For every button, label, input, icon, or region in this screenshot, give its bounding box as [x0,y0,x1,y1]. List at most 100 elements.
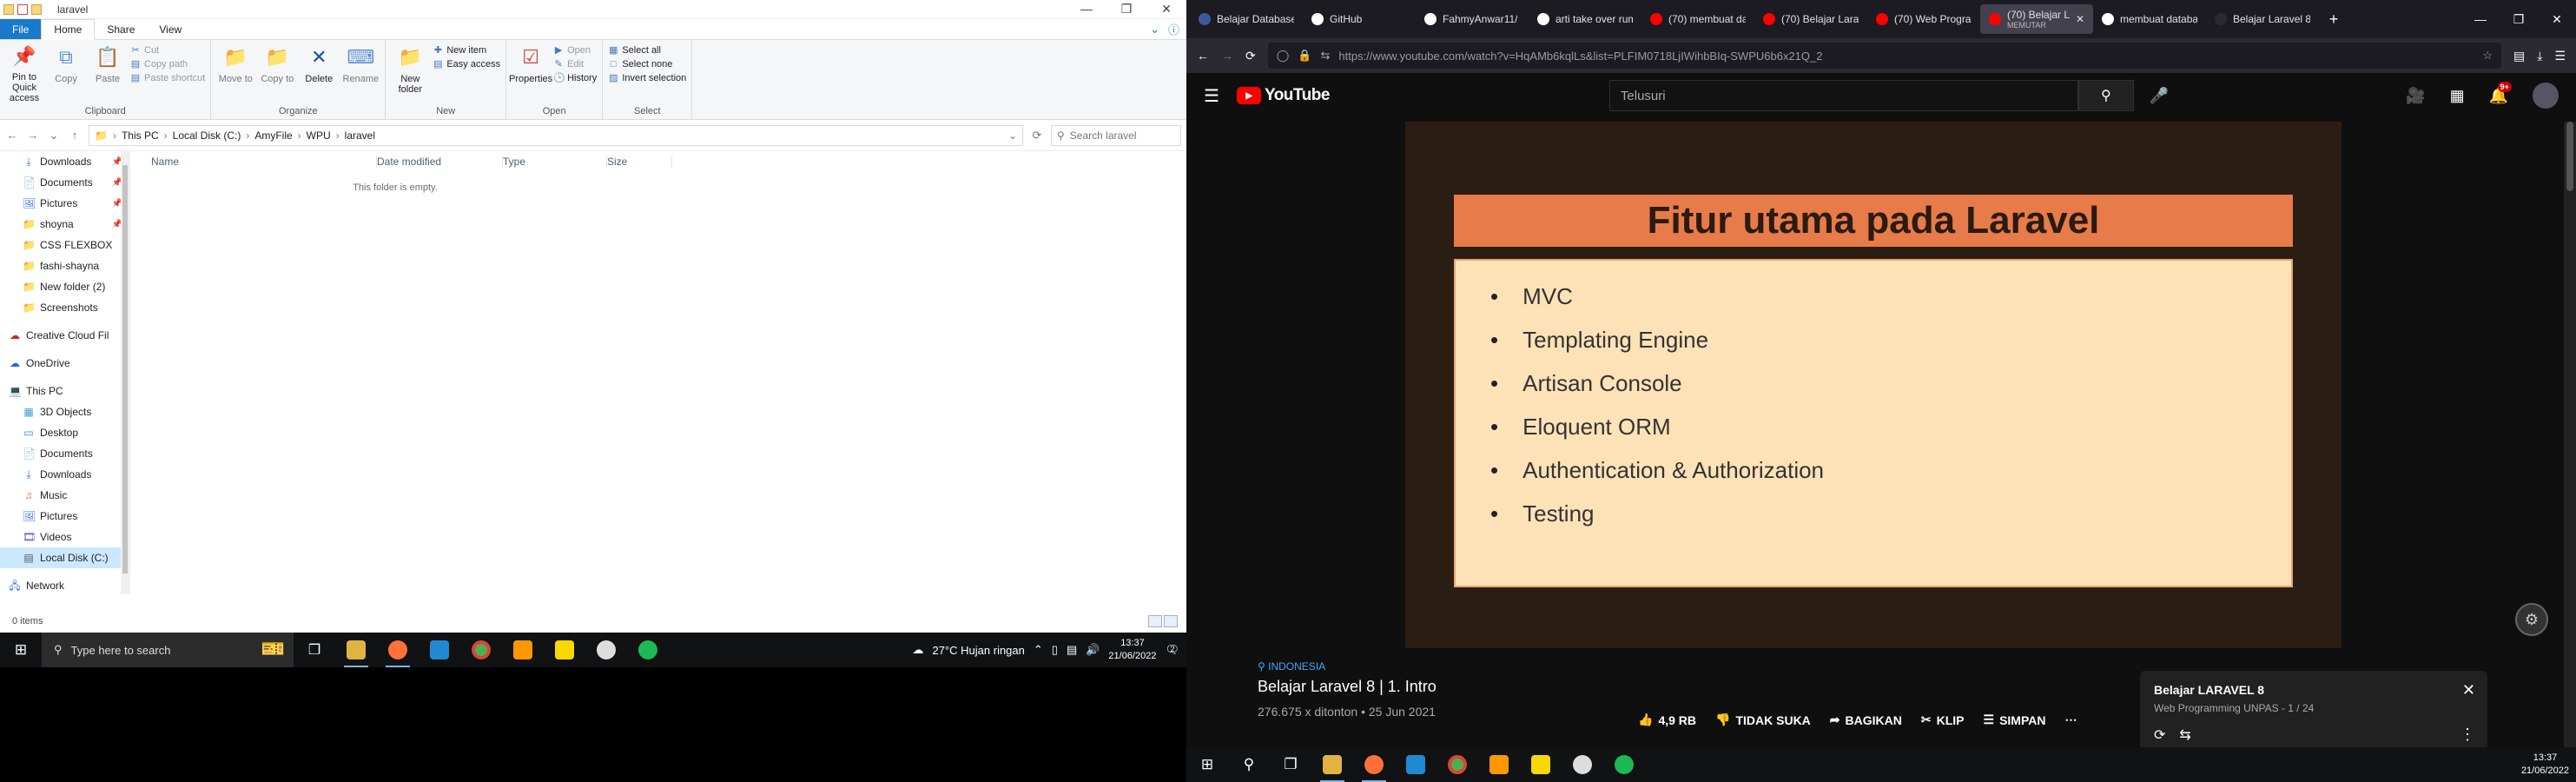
pocket-icon[interactable]: ▤ [2513,49,2525,63]
nav-pc-item[interactable]: 📄 Documents [0,443,129,464]
nav-quick-item[interactable]: 📁 fashi-shayna [0,255,129,276]
tab-file[interactable]: File [0,19,42,39]
breadcrumb-item[interactable]: Local Disk (C:) [173,129,241,142]
nav-quick-item[interactable]: ⤓ Downloads 📌 [0,151,129,172]
paste-shortcut-button[interactable]: ▤ Paste shortcut [130,73,206,83]
nav-creative-cloud[interactable]: ☁ Creative Cloud Fil [0,325,129,346]
new-folder-icon[interactable] [31,3,42,15]
save-button[interactable]: ☰ SIMPAN [1984,712,2046,727]
nav-pc-item[interactable]: 🎞 Videos [0,527,129,547]
playlist-channel[interactable]: Web Programming UNPAS [2154,702,2279,714]
breadcrumb-item[interactable]: AmyFile [254,129,292,142]
permissions-icon[interactable]: ⇆ [1320,49,1330,63]
details-view-icon[interactable] [1148,615,1162,627]
task-view-icon[interactable]: ❐ [1270,747,1311,782]
back-icon[interactable]: ← [5,129,19,142]
nav-pc-item[interactable]: ♫ Music [0,485,129,506]
notification-icon[interactable]: 🗨 2 [1165,643,1179,657]
nav-pc-item[interactable]: ▦ 3D Objects [0,401,129,422]
video-location-tag[interactable]: ⚲ INDONESIA [1258,660,1437,673]
network-icon[interactable]: ▤ [1067,643,1077,657]
url-bar[interactable]: ◯ 🔒 ⇆ https://www.youtube.com/watch?v=Hq… [1267,43,2501,69]
close-icon[interactable]: ✕ [2462,681,2475,699]
browser-tab[interactable]: membuat databa [2093,4,2206,34]
browser-tab[interactable]: GitHub [1303,4,1416,34]
taskbar-search[interactable]: ⚲ Type here to search 🎫 [42,633,294,667]
url-text[interactable]: https://www.youtube.com/watch?v=HqAMb6kq… [1338,50,2474,63]
column-name[interactable]: Name [151,156,377,168]
reload-icon[interactable]: ⟳ [1245,49,1256,63]
column-date-modified[interactable]: Date modified [377,156,503,168]
large-icons-view-icon[interactable] [1164,615,1178,627]
copy-button[interactable]: ⧉ Copy [47,43,85,103]
shuffle-icon[interactable]: ⇆ [2179,726,2190,744]
nav-quick-item[interactable]: 📁 Screenshots [0,297,129,318]
page-scrollbar[interactable] [2564,122,2576,782]
scroll-thumb[interactable] [122,165,128,573]
restore-button[interactable]: ❐ [2500,12,2538,27]
sticky-notes-taskbar-icon[interactable] [544,633,585,667]
minimize-button[interactable]: — [1067,2,1106,17]
easy-access-button[interactable]: ▤ Easy access [433,59,500,70]
bookmark-star-icon[interactable]: ☆ [2482,49,2493,63]
maximize-button[interactable]: ❐ [1106,2,1146,17]
refresh-icon[interactable]: ⟳ [1030,129,1044,142]
file-explorer-taskbar-icon[interactable] [1311,747,1353,782]
weather-icon[interactable]: ☁ [913,643,924,657]
create-video-icon[interactable]: 🎥 [2406,87,2425,105]
address-bar[interactable]: 📁 › This PC › Local Disk (C:) › AmyFile … [89,124,1023,146]
address-dropdown-icon[interactable]: ⌄ [1008,129,1017,142]
close-button[interactable]: ✕ [2538,12,2576,27]
chevron-up-icon[interactable]: ⌃ [1034,643,1043,657]
youtube-search-button[interactable]: ⚲ [2077,80,2134,111]
delete-button[interactable]: ✕ Delete [300,43,338,103]
cut-button[interactable]: ✂ Cut [130,45,205,56]
history-button[interactable]: 🕒 History [553,73,597,83]
nav-quick-item[interactable]: 📁 New folder (2) [0,276,129,297]
browser-tab[interactable]: Belajar Laravel 8 I [2206,4,2319,34]
breadcrumb-item[interactable]: This PC [122,129,159,142]
nav-network[interactable]: 🖧 Network [0,575,129,596]
downloads-icon[interactable]: ⤓ [2537,49,2542,63]
nav-pc-item[interactable]: 🖼 Pictures [0,506,129,527]
copy-path-button[interactable]: ▤ Copy path [130,59,205,70]
browser-tab[interactable]: FahmyAnwar11/ [1416,4,1529,34]
more-actions-icon[interactable]: ⋯ [2064,712,2077,727]
scroll-thumb[interactable] [2566,122,2573,191]
properties-icon[interactable] [17,3,28,15]
windows-start-icon[interactable]: ⊞ [1186,747,1228,782]
windows-start-icon[interactable]: ⊞ [0,633,42,667]
task-view-icon[interactable]: ❐ [294,633,335,667]
open-button[interactable]: ▶ Open [553,45,597,56]
sublime-taskbar-icon[interactable] [1478,747,1520,782]
browser-tab[interactable]: arti take over rum [1529,4,1641,34]
microphone-icon[interactable]: 🎤 [2150,87,2169,105]
vscode-taskbar-icon[interactable] [419,633,460,667]
new-item-button[interactable]: ✚ New item [433,45,500,56]
shield-icon[interactable]: ◯ [1277,49,1290,63]
nav-quick-item[interactable]: 📁 CSS FLEXBOX [0,235,129,255]
copy-to-button[interactable]: 📁 Copy to [258,43,296,103]
column-size[interactable]: Size [607,156,672,168]
chrome-taskbar-icon[interactable] [460,633,502,667]
channel-watermark-icon[interactable]: ⚙ [2515,603,2548,636]
sublime-taskbar-icon[interactable] [502,633,544,667]
help-icon[interactable]: ⓘ [1168,21,1179,37]
avatar[interactable] [2533,83,2559,109]
loop-icon[interactable]: ⟳ [2154,726,2165,744]
breadcrumb-item[interactable]: laravel [345,129,375,142]
nav-quick-item[interactable]: 🖼 Pictures 📌 [0,193,129,214]
nav-quick-item[interactable]: 📄 Documents 📌 [0,172,129,193]
apps-grid-icon[interactable]: ▦ [2450,87,2465,105]
menu-icon[interactable]: ☰ [2554,49,2566,63]
forward-icon[interactable]: → [1221,49,1233,63]
firefox-taskbar-icon[interactable] [377,633,419,667]
weather-text[interactable]: 27°C Hujan ringan [933,644,1025,657]
edit-button[interactable]: ✎ Edit [553,59,597,70]
more-vert-icon[interactable]: ⋮ [2460,726,2475,744]
video-player[interactable]: Fitur utama pada Laravel MVCTemplating E… [1405,122,2342,648]
up-icon[interactable]: ↑ [68,129,82,142]
browser-tab[interactable]: Belajar Database [1190,4,1303,34]
tab-share[interactable]: Share [95,19,147,39]
search-icon[interactable]: ⚲ [1228,747,1270,782]
